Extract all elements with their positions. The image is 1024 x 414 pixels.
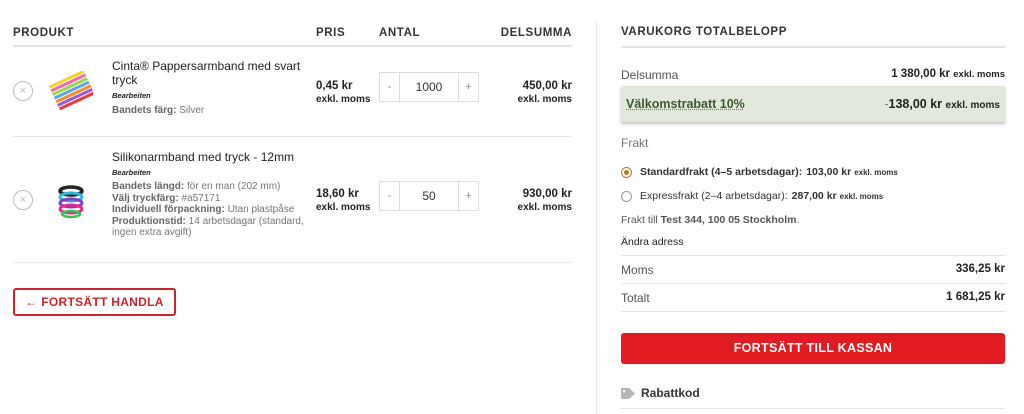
discount-vat-note: exkl. moms: [945, 100, 1000, 111]
vat-label: Moms: [621, 263, 654, 277]
shipping-option-vat-note: exkl. moms: [839, 191, 884, 201]
divider: [621, 311, 1005, 312]
line-subtotal: 450,00 kr exkl. moms: [518, 80, 572, 106]
subtotal-value: 450,00 kr: [522, 80, 572, 92]
product-name: Cinta® Pappersarmband med svart tryck Be…: [112, 59, 307, 103]
discount-row: Välkomstrabatt 10% -138,00 kr exkl. moms: [621, 86, 1005, 122]
increase-quantity-button[interactable]: +: [459, 182, 478, 210]
total-label: Totalt: [621, 291, 650, 305]
discount-amount: -138,00 kr exkl. moms: [884, 97, 1000, 111]
edit-link[interactable]: Bearbeiten: [112, 89, 307, 103]
change-address-link[interactable]: Ändra adress: [621, 236, 683, 248]
subtotal-value: 930,00 kr: [522, 188, 572, 200]
price-value: 0,45 kr: [316, 80, 353, 92]
cart-table: PRODUKT PRIS ANTAL DELSUMMA × Cinta® Pap…: [13, 0, 572, 263]
total-value: 1 681,25 kr: [946, 291, 1005, 303]
option-value: #a57171: [181, 192, 221, 204]
price-value: 18,60 kr: [316, 188, 359, 200]
radio-selected[interactable]: [621, 166, 632, 178]
divider: [621, 255, 1005, 256]
subtotal-amount: 1 380,00 kr exkl. moms: [891, 68, 1005, 80]
cart-row: × Cinta® Pappersarmband med svart tryck …: [13, 47, 572, 137]
coupon-label: Rabattkod: [641, 386, 700, 400]
remove-item-button[interactable]: ×: [13, 81, 33, 101]
decrease-quantity-button[interactable]: -: [380, 73, 399, 101]
subtotal-label: Delsumma: [621, 68, 679, 82]
option-label: Bandets längd:: [112, 181, 185, 192]
decrease-quantity-button[interactable]: -: [380, 182, 399, 210]
silicone-wristband-thumbnail: [58, 185, 84, 219]
quantity-input[interactable]: 50: [399, 182, 459, 210]
option-value: Silver: [179, 105, 205, 116]
divider: [621, 408, 1005, 409]
cart-row: × Silikonarmband med tryck - 12mm Bearbe…: [13, 137, 572, 263]
option-label: Välj tryckfärg:: [112, 192, 179, 204]
quantity-input[interactable]: 1000: [399, 73, 459, 101]
increase-quantity-button[interactable]: +: [459, 73, 478, 101]
product-name-link[interactable]: Silikonarmband med tryck - 12mm: [112, 150, 294, 164]
radio-unselected[interactable]: [621, 190, 632, 202]
shipping-option-standard[interactable]: Standardfrakt (4–5 arbetsdagar): 103,00 …: [621, 166, 898, 178]
price-vat-note: exkl. moms: [316, 94, 371, 105]
paper-wristband-thumbnail: [49, 71, 93, 111]
product-options: Bandets längd: för en man (202 mm) Välj …: [112, 181, 312, 239]
header-product: PRODUKT: [13, 27, 75, 39]
quantity-stepper: - 1000 +: [379, 72, 479, 102]
coupon-toggle[interactable]: Rabattkod: [621, 386, 700, 400]
product-options: Bandets färg: Silver: [112, 105, 312, 117]
subtotal-vat-note: exkl. moms: [517, 202, 572, 213]
vat-row: Moms 336,25 kr: [621, 263, 1005, 277]
vat-value: 336,25 kr: [955, 263, 1005, 275]
total-row: Totalt 1 681,25 kr: [621, 291, 1005, 305]
header-subtotal: DELSUMMA: [500, 27, 572, 39]
ship-to-address: Test 344, 100 05 Stockholm: [660, 214, 797, 226]
edit-link[interactable]: Bearbeiten: [112, 166, 307, 180]
discount-value: 138,00 kr: [888, 97, 943, 111]
shipping-option-vat-note: exkl. moms: [854, 167, 898, 177]
shipping-option-label: Standardfrakt (4–5 arbetsdagar):: [640, 166, 803, 178]
header-price: PRIS: [316, 27, 346, 39]
shipping-option-price: 287,00 kr: [791, 190, 837, 202]
totals-title: VARUKORG TOTALBELOPP: [621, 26, 787, 38]
product-name: Silikonarmband med tryck - 12mm Bearbeit…: [112, 150, 307, 180]
ship-to-label: Frakt till: [621, 214, 658, 226]
tag-icon: [621, 387, 635, 399]
header-quantity: ANTAL: [379, 27, 421, 39]
option-label: Produktionstid:: [112, 215, 186, 227]
shipping-option-express[interactable]: Expressfrakt (2–4 arbetsdagar): 287,00 k…: [621, 190, 883, 202]
divider: [621, 283, 1005, 284]
subtotal-value: 1 380,00 kr: [891, 68, 951, 80]
subtotal-row: Delsumma 1 380,00 kr exkl. moms: [621, 68, 1005, 82]
continue-shopping-button[interactable]: ← FORTSÄTT HANDLA: [13, 288, 176, 316]
column-divider: [596, 22, 597, 414]
price-vat-note: exkl. moms: [316, 202, 371, 213]
option-label: Individuell förpackning:: [112, 204, 225, 215]
option-value: för en man (202 mm): [187, 181, 281, 192]
discount-name[interactable]: Välkomstrabatt 10%: [626, 97, 745, 111]
line-subtotal: 930,00 kr exkl. moms: [518, 188, 572, 214]
option-label: Bandets färg:: [112, 105, 177, 116]
remove-item-button[interactable]: ×: [13, 190, 33, 210]
shipping-option-label: Expressfrakt (2–4 arbetsdagar):: [640, 190, 788, 202]
proceed-to-checkout-button[interactable]: FORTSÄTT TILL KASSAN: [621, 333, 1005, 364]
quantity-stepper: - 50 +: [379, 181, 479, 211]
shipping-label: Frakt: [621, 136, 649, 150]
subtotal-vat-note: exkl. moms: [517, 94, 572, 105]
unit-price: 18,60 kr exkl. moms: [316, 188, 370, 214]
divider: [621, 46, 1005, 48]
option-value: Utan plastpåse: [227, 204, 295, 215]
subtotal-vat-note: exkl. moms: [953, 69, 1005, 80]
cart-header: PRODUKT PRIS ANTAL DELSUMMA: [13, 0, 572, 47]
product-name-link[interactable]: Cinta® Pappersarmband med svart tryck: [112, 59, 300, 87]
shipping-option-price: 103,00 kr: [806, 166, 852, 178]
shipping-destination: Frakt till Test 344, 100 05 Stockholm.: [621, 214, 800, 226]
unit-price: 0,45 kr exkl. moms: [316, 80, 370, 106]
